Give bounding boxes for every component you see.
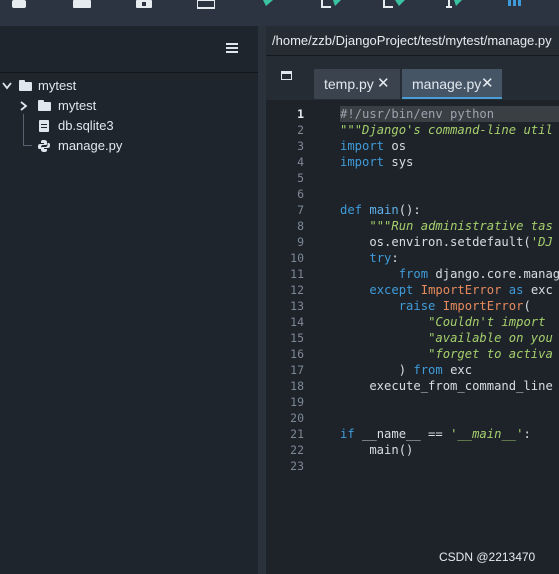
line-number: 3 <box>297 139 304 153</box>
code-line[interactable]: "Couldn't import <box>340 314 559 330</box>
line-number: 9 <box>297 235 304 249</box>
debug-icon[interactable] <box>508 0 524 10</box>
line-number-gutter: 1 2 3 4 5 6 7 8 9 10 11 12 13 14 15 16 1… <box>266 100 321 574</box>
run-current-icon[interactable] <box>321 0 343 10</box>
line-number: 22 <box>290 443 304 457</box>
code-line[interactable]: raise ImportError( <box>340 298 559 314</box>
code-line[interactable]: ​ <box>340 394 559 410</box>
python-file-icon <box>38 140 50 152</box>
tab-temp-py[interactable]: temp.py ✕ <box>314 69 400 99</box>
editor-tabs: temp.py ✕ manage.py ✕ <box>266 57 559 99</box>
tab-label: temp.py <box>324 76 374 92</box>
watermark: CSDN @2213470 <box>439 550 536 564</box>
code-line[interactable]: main() <box>340 442 559 458</box>
step-icon[interactable] <box>446 0 464 10</box>
line-number: 12 <box>290 283 304 297</box>
line-number: 17 <box>290 363 304 377</box>
line-number: 7 <box>297 203 304 217</box>
code-line[interactable]: if __name__ == '__main__': <box>340 426 559 442</box>
window-icon[interactable] <box>281 71 292 80</box>
chevron-right-icon[interactable] <box>20 101 28 111</box>
file-icon <box>39 120 49 132</box>
tree-item-manage-py[interactable]: manage.py <box>0 126 258 156</box>
project-panel: mytest mytest db.sqlite3 manage.py <box>0 26 258 574</box>
line-number: 13 <box>290 299 304 313</box>
code-line[interactable]: execute_from_command_line <box>340 378 559 394</box>
close-icon[interactable]: ✕ <box>377 69 390 99</box>
tree-item-label: mytest <box>38 78 77 93</box>
project-panel-header <box>0 26 258 73</box>
tab-label: manage.py <box>412 76 482 92</box>
archive-icon[interactable] <box>136 0 152 10</box>
code-line[interactable]: "available on you <box>340 330 559 346</box>
code-line[interactable]: ​ <box>340 410 559 426</box>
line-number: 10 <box>290 251 304 265</box>
tree-item-db-sqlite3[interactable]: db.sqlite3 <box>0 114 258 136</box>
code-line[interactable]: ​ <box>340 170 559 186</box>
code-line[interactable]: from django.core.manag <box>340 266 559 282</box>
line-number: 19 <box>290 395 304 409</box>
chevron-down-icon[interactable] <box>2 82 12 90</box>
folder-icon[interactable] <box>73 0 91 10</box>
tree-guide-line <box>23 145 32 146</box>
tree-item-mytest-root[interactable]: mytest <box>0 76 258 96</box>
line-number: 5 <box>297 171 304 185</box>
save-icon[interactable] <box>12 0 26 10</box>
run-all-icon[interactable] <box>383 0 405 10</box>
code-line[interactable]: os.environ.setdefault('DJ <box>340 234 559 250</box>
line-number: 8 <box>297 219 304 233</box>
line-number: 23 <box>290 459 304 473</box>
tree-guide-line <box>23 114 24 126</box>
code-line[interactable]: """Django's command-line util <box>340 122 559 138</box>
hamburger-menu-icon[interactable] <box>226 43 238 53</box>
code-line[interactable]: "forget to activa <box>340 346 559 362</box>
line-number: 16 <box>290 347 304 361</box>
code-line[interactable]: import sys <box>340 154 559 170</box>
code-content[interactable]: #!/usr/bin/env python """Django's command… <box>340 106 559 474</box>
editor-panel: /home/zzb/DjangoProject/test/mytest/mana… <box>266 26 559 574</box>
line-number: 1 <box>297 107 304 121</box>
close-icon[interactable]: ✕ <box>481 69 494 99</box>
code-line[interactable]: ) from exc <box>340 362 559 378</box>
tree-item-label: db.sqlite3 <box>58 118 114 133</box>
line-number: 4 <box>297 155 304 169</box>
tab-manage-py[interactable]: manage.py ✕ <box>402 69 502 99</box>
line-number: 2 <box>297 123 304 137</box>
line-number: 14 <box>290 315 304 329</box>
line-number: 11 <box>290 267 304 281</box>
code-line[interactable]: import os <box>340 138 559 154</box>
code-line[interactable]: try: <box>340 250 559 266</box>
run-icon[interactable] <box>263 0 273 10</box>
tree-item-label: mytest <box>58 98 97 113</box>
folder-icon <box>38 100 51 111</box>
toolbar <box>0 0 559 26</box>
code-line[interactable]: #!/usr/bin/env python <box>340 106 559 122</box>
line-number: 20 <box>290 411 304 425</box>
panel-splitter[interactable] <box>258 26 266 574</box>
code-line[interactable]: ​ <box>340 186 559 202</box>
tree-item-label: manage.py <box>58 138 123 153</box>
tree-item-mytest-package[interactable]: mytest <box>0 96 258 116</box>
file-path: /home/zzb/DjangoProject/test/mytest/mana… <box>266 26 559 56</box>
code-line[interactable]: def main(): <box>340 202 559 218</box>
code-line[interactable]: ​ <box>340 458 559 474</box>
code-line[interactable]: except ImportError as exc <box>340 282 559 298</box>
line-number: 21 <box>290 427 304 441</box>
copy-icon[interactable] <box>197 0 215 10</box>
code-editor[interactable]: 1 2 3 4 5 6 7 8 9 10 11 12 13 14 15 16 1… <box>266 100 559 574</box>
tree-guide-line <box>23 126 24 146</box>
folder-icon <box>19 80 32 91</box>
line-number: 6 <box>297 187 304 201</box>
code-line[interactable]: """Run administrative tas <box>340 218 559 234</box>
line-number: 18 <box>290 379 304 393</box>
line-number: 15 <box>290 331 304 345</box>
